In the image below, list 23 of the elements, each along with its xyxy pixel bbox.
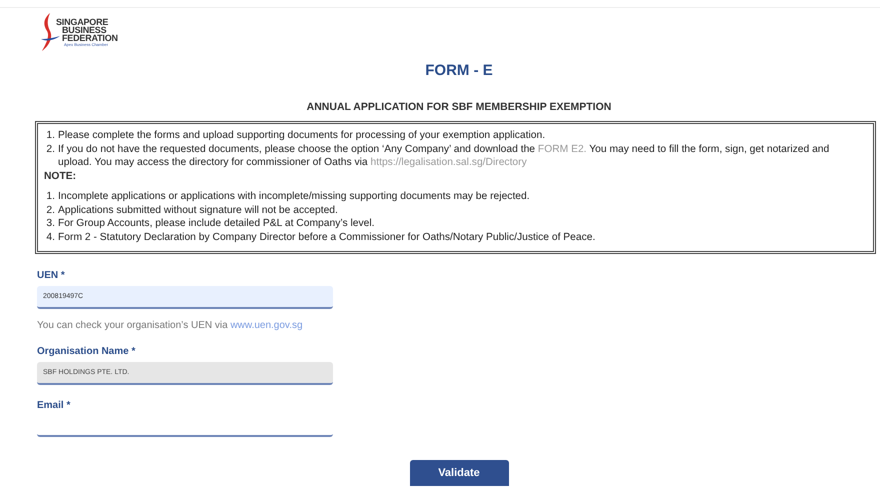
note-text: Incomplete applications or applications with incomplete/missing supporting documents may be rejected.: [58, 190, 531, 204]
note-heading: NOTE:: [44, 170, 78, 183]
instruction-text: Please complete the forms and upload supporting documents for processing of your exemption application.: [58, 129, 546, 142]
logo-text: SINGAPORE: [56, 18, 110, 26]
list-number: 1.: [45, 190, 56, 204]
help-text: You can check your organisation’s UEN via www.uen.gov.sg: [37, 320, 304, 331]
logo-text: FEDERATION: [62, 34, 118, 42]
list-number: 3.: [45, 217, 56, 230]
list-number: 4.: [45, 230, 56, 244]
field-label: Email *: [37, 400, 72, 411]
note-text: Applications submitted without signature will not be accepted.: [58, 204, 339, 217]
field-label: Organisation Name *: [37, 346, 136, 357]
list-number: 2.: [45, 142, 56, 156]
note-text: Form 2 - Statutory Declaration by Company Director before a Commissioner for Oaths/Notary Public/Justice of Peace.: [58, 230, 596, 244]
logo-text: BUSINESS: [62, 26, 106, 34]
form-title: FORM - E: [424, 62, 494, 79]
form-subtitle: ANNUAL APPLICATION FOR SBF MEMBERSHIP EXEMPTION: [306, 101, 612, 113]
list-number: 1.: [45, 129, 56, 142]
list-number: 2.: [45, 204, 56, 217]
instruction-text: If you do not have the requested documents, please choose the option ‘Any Company’ and download the FORM E2. You may need to fill the form, sign, get notarized and upload. You may access the directory for commissioner of Oaths via https://legalisation.sal.sg/Directory: [58, 142, 830, 170]
validate-button[interactable]: Validate: [410, 460, 508, 486]
field-label: UEN *: [37, 270, 66, 281]
note-text: For Group Accounts, please include detailed P&L at Company’s level.: [58, 217, 376, 230]
